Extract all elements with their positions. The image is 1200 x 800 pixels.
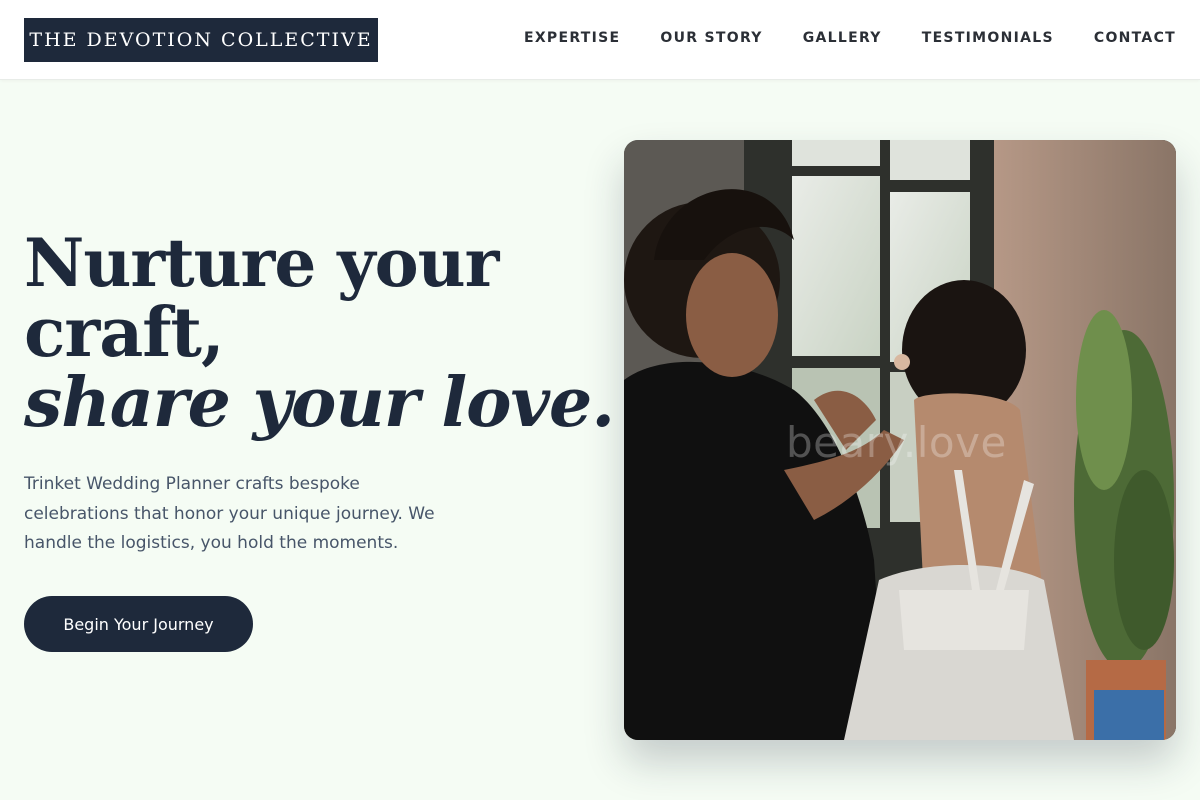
hero-photo: beary.love [624,140,1176,740]
image-watermark: beary.love [786,418,1007,467]
nav-item-testimonials[interactable]: TESTIMONIALS [922,28,1054,48]
nav-item-expertise[interactable]: EXPERTISE [524,28,620,48]
headline-line-1: Nurture your [24,224,499,302]
nav-item-gallery[interactable]: GALLERY [803,28,882,48]
hero-description: Trinket Wedding Planner crafts bespoke c… [24,474,435,553]
nav-item-our-story[interactable]: OUR STORY [660,28,762,48]
site-header: THE DEVOTION COLLECTIVE EXPERTISE OUR ST… [0,0,1200,80]
brand-logo[interactable]: THE DEVOTION COLLECTIVE [24,18,378,62]
nav-item-contact[interactable]: CONTACT [1094,28,1176,48]
headline-line-3-italic: share your love. [24,363,615,443]
begin-journey-button[interactable]: Begin Your Journey [24,596,253,652]
headline-line-2: craft, [24,293,225,373]
hero-headline: Nurture your craft, share your love. [24,224,615,443]
main-nav: EXPERTISE OUR STORY GALLERY TESTIMONIALS… [524,28,1176,48]
